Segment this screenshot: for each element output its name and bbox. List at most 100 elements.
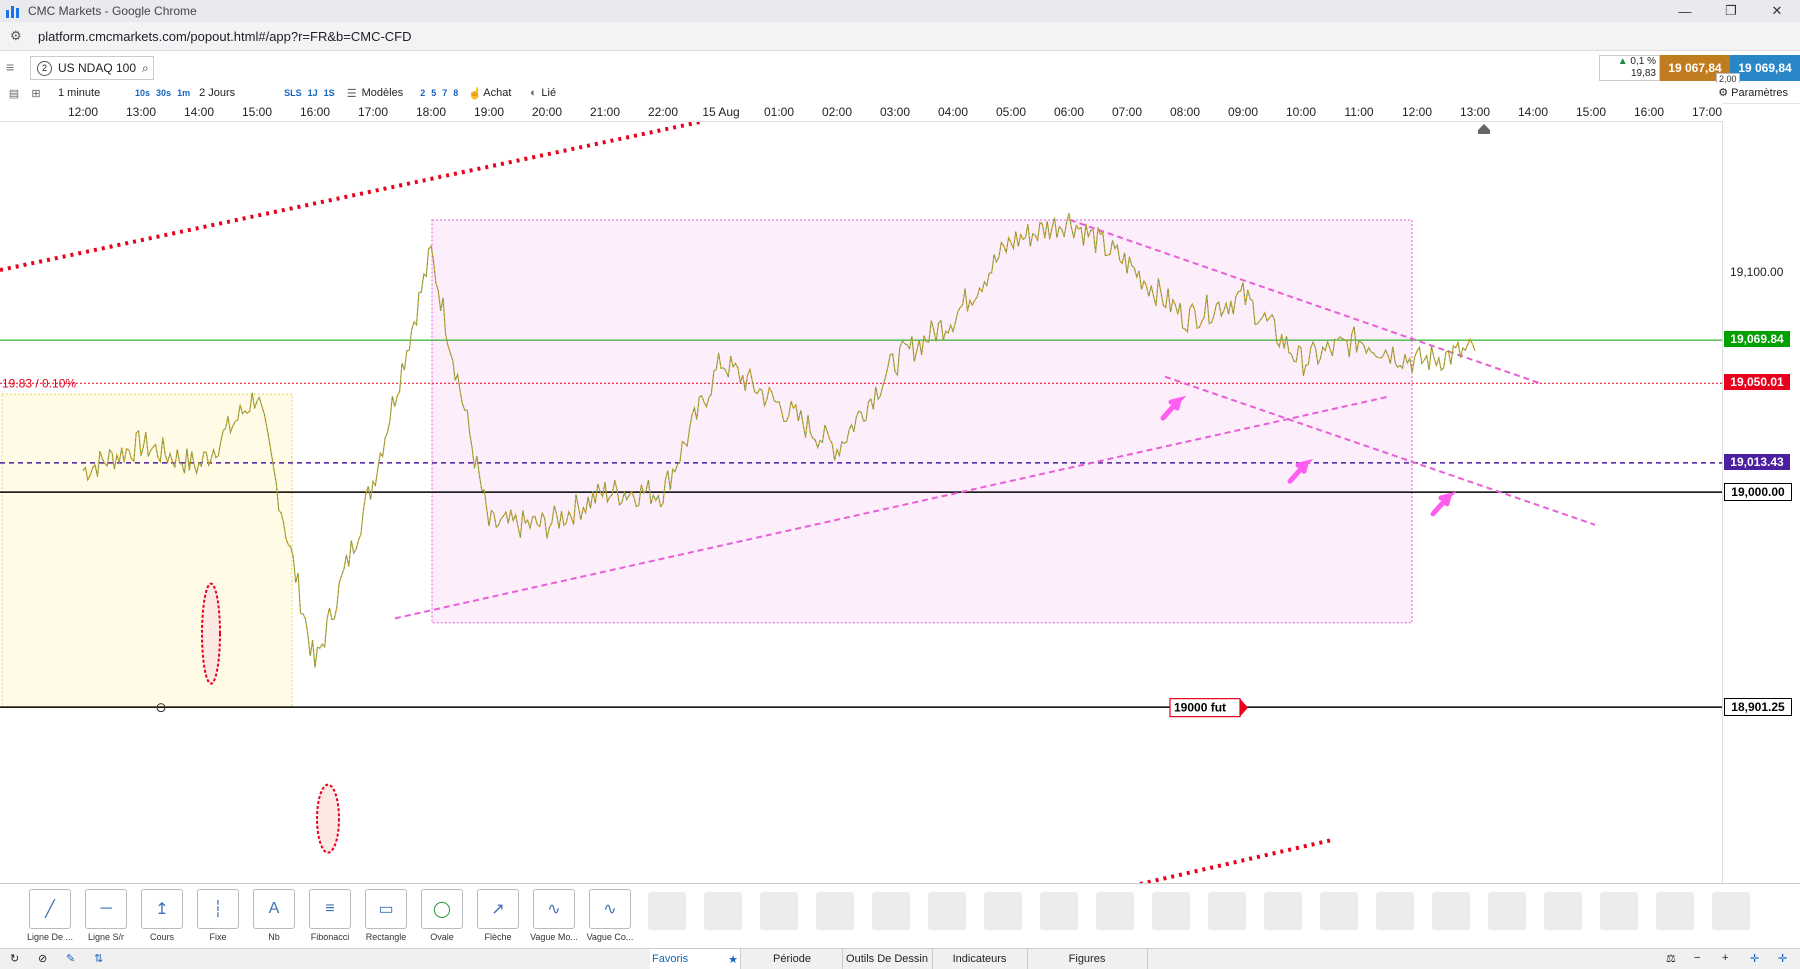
empty-tool-slot[interactable]	[1656, 892, 1694, 930]
trend-line-tool[interactable]: ╱ Ligne De ...	[25, 889, 75, 942]
crosshair-icon[interactable]: ✛	[1750, 952, 1759, 965]
templates-icon[interactable]: ☰	[344, 86, 360, 100]
fibonacci-tool[interactable]: ≡ Fibonacci	[305, 889, 355, 942]
zoom-in-icon[interactable]: +	[1722, 952, 1728, 964]
empty-tool-slot[interactable]	[1376, 892, 1414, 930]
empty-tool-slot[interactable]	[984, 892, 1022, 930]
tab-figures[interactable]: Figures	[1027, 949, 1148, 969]
text-tool-icon: A	[253, 889, 295, 929]
tool-label: Rectangle	[365, 932, 407, 942]
tab-favorites[interactable]: Favoris ★	[650, 949, 741, 969]
tool-label: Ligne S/r	[87, 932, 125, 942]
drawing-tools-bar: ╱ Ligne De ... ─ Ligne S/r ↥ Cours ┆ Fixe A Nb ≡ Fi…	[0, 883, 1800, 949]
restore-button[interactable]: ❐	[1708, 0, 1754, 22]
time-tick-label: 15:00	[241, 105, 273, 119]
template-5[interactable]: 5	[431, 88, 436, 98]
pencil-icon[interactable]: ✎	[66, 952, 75, 965]
wave-tool-2[interactable]: ∿ Vague Co...	[585, 889, 635, 942]
range-sls[interactable]: SLS	[284, 88, 302, 98]
price-axis[interactable]	[1722, 121, 1800, 883]
empty-tool-slot[interactable]	[1488, 892, 1526, 930]
empty-tool-slot[interactable]	[1320, 892, 1358, 930]
annotation-pointer	[1240, 698, 1248, 717]
sell-button[interactable]: 19 067,84 2,00	[1660, 55, 1740, 85]
site-settings-icon[interactable]: ⚙	[10, 28, 26, 44]
chart-canvas[interactable]: 19.83 / 0.10% 19000 fut	[0, 120, 1722, 886]
url-text[interactable]: platform.cmcmarkets.com/popout.html#/app…	[38, 29, 412, 44]
arrow-mark	[1430, 491, 1457, 517]
empty-tool-slot[interactable]	[1152, 892, 1190, 930]
oval-tool[interactable]: ◯ Ovale	[417, 889, 467, 942]
time-tick-label: 03:00	[879, 105, 911, 119]
template-7[interactable]: 7	[442, 88, 447, 98]
change-box: ▲ 0,1 % 19,83	[1599, 55, 1660, 81]
empty-tool-slot[interactable]	[816, 892, 854, 930]
change-label: 19.83 / 0.10%	[2, 376, 76, 390]
time-tick-label: 16:00	[1633, 105, 1665, 119]
empty-tool-slot[interactable]	[928, 892, 966, 930]
linked-button[interactable]: Lié	[541, 87, 556, 99]
tool-label: Flèche	[484, 932, 512, 942]
interval-10s[interactable]: 10s	[135, 88, 150, 98]
interval-select[interactable]: 1 minute	[58, 87, 126, 99]
buy-hand-icon[interactable]: ☝	[467, 86, 483, 100]
close-button[interactable]: ✕	[1754, 0, 1800, 22]
interval-30s[interactable]: 30s	[156, 88, 171, 98]
fibonacci-tool-icon: ≡	[309, 889, 351, 929]
minimize-button[interactable]: —	[1662, 0, 1708, 22]
rectangle-tool[interactable]: ▭ Rectangle	[361, 889, 411, 942]
empty-tool-slot[interactable]	[1544, 892, 1582, 930]
search-icon[interactable]: ⌕	[142, 61, 149, 76]
empty-tool-slot[interactable]	[872, 892, 910, 930]
lower-trendline	[1139, 838, 1331, 886]
fixed-tool[interactable]: ┆ Fixe	[193, 889, 243, 942]
linked-icon[interactable]: ◐	[525, 86, 541, 100]
price-tool[interactable]: ↥ Cours	[137, 889, 187, 942]
menu-icon[interactable]: ≡	[6, 59, 24, 75]
instrument-search[interactable]: 2 US NDAQ 100 ⌕	[30, 56, 154, 80]
tab-indicators[interactable]: Indicateurs	[932, 949, 1028, 969]
template-8[interactable]: 8	[453, 88, 458, 98]
range-1j[interactable]: 1J	[308, 88, 318, 98]
layout-grid-icon[interactable]: ⊞	[28, 86, 44, 100]
empty-tool-slot[interactable]	[1712, 892, 1750, 930]
block-icon[interactable]: ⊘	[38, 952, 47, 965]
text-tool[interactable]: A Nb	[249, 889, 299, 942]
empty-tool-slot[interactable]	[1432, 892, 1470, 930]
range-select[interactable]: 2 Jours	[199, 87, 275, 99]
template-2[interactable]: 2	[420, 88, 425, 98]
empty-tool-slot[interactable]	[1264, 892, 1302, 930]
tab-period[interactable]: Période	[742, 949, 843, 969]
wave-tool[interactable]: ∿ Vague Mo...	[529, 889, 579, 942]
settings-button[interactable]: ⚙ Paramètres	[1718, 86, 1788, 99]
zoom-out-icon[interactable]: −	[1694, 952, 1700, 964]
buy-price: 19 069,84	[1738, 61, 1792, 75]
interval-1m[interactable]: 1m	[177, 88, 190, 98]
empty-tool-slot[interactable]	[1208, 892, 1246, 930]
templates-button[interactable]: Modèles	[362, 87, 404, 99]
buy-button[interactable]: 19 069,84	[1730, 55, 1800, 81]
empty-tool-slot[interactable]	[648, 892, 686, 930]
price-level-label: 18,901.25	[1724, 698, 1792, 717]
tab-drawing-tools[interactable]: Outils De Dessin	[842, 949, 933, 969]
price-tool-icon: ↥	[141, 889, 183, 929]
time-tick-label: 19:00	[473, 105, 505, 119]
empty-tool-slot[interactable]	[1040, 892, 1078, 930]
buy-mode-button[interactable]: Achat	[483, 87, 511, 99]
empty-tool-slot[interactable]	[760, 892, 798, 930]
empty-tool-slot[interactable]	[1600, 892, 1638, 930]
time-tick-label: 12:00	[1401, 105, 1433, 119]
sr-line-tool[interactable]: ─ Ligne S/r	[81, 889, 131, 942]
refresh-icon[interactable]: ↻	[10, 952, 19, 965]
scale-icon[interactable]: ⚖	[1666, 952, 1676, 965]
crosshair-lock-icon[interactable]: ✛	[1778, 952, 1787, 965]
arrow-tool[interactable]: ↗ Flèche	[473, 889, 523, 942]
empty-tool-slot[interactable]	[704, 892, 742, 930]
empty-tool-slot[interactable]	[1096, 892, 1134, 930]
range-1s[interactable]: 1S	[324, 88, 335, 98]
chart-type-icon[interactable]: ▤	[6, 86, 22, 100]
crosshair-arrows-icon[interactable]: ⇅	[94, 952, 103, 965]
address-bar[interactable]: ⚙ platform.cmcmarkets.com/popout.html#/a…	[0, 22, 1800, 51]
tool-label: Nb	[268, 932, 280, 942]
time-tick-label: 11:00	[1344, 105, 1374, 119]
